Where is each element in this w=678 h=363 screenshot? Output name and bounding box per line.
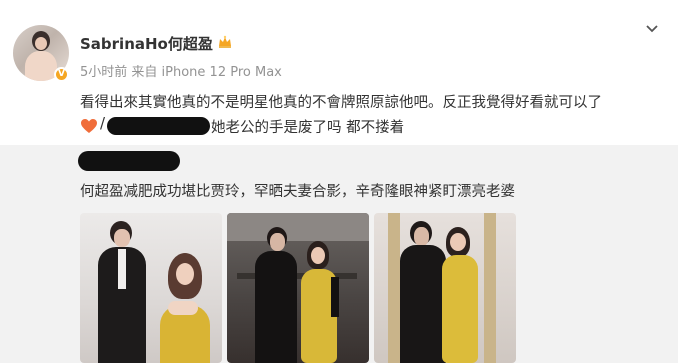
chevron-down-icon[interactable]: [645, 24, 659, 34]
couple-photo-2[interactable]: [227, 213, 369, 363]
post-text-line2: 她老公的手是废了吗 都不搂着: [211, 120, 405, 136]
redaction-block: [107, 117, 210, 135]
post-meta: 5小时前 来自 iPhone 12 Pro Max: [80, 65, 282, 80]
couple-photo-1[interactable]: [80, 213, 222, 363]
couple-photo-3[interactable]: [374, 213, 516, 363]
verified-badge: V: [54, 67, 69, 82]
heart-icon: [81, 119, 97, 133]
repost-text: 何超盈减肥成功堪比贾玲，罕晒夫妻合影，辛奇隆眼神紧盯漂亮老婆: [80, 184, 515, 200]
crown-icon: [219, 35, 231, 48]
separator-slash: /: [100, 114, 106, 132]
username[interactable]: SabrinaHo何超盈: [80, 33, 213, 54]
repost-author-redaction: [78, 151, 180, 171]
post-text-line1: 看得出來其實他真的不是明星他真的不會牌照原諒他吧。反正我覺得好看就可以了: [80, 95, 602, 111]
